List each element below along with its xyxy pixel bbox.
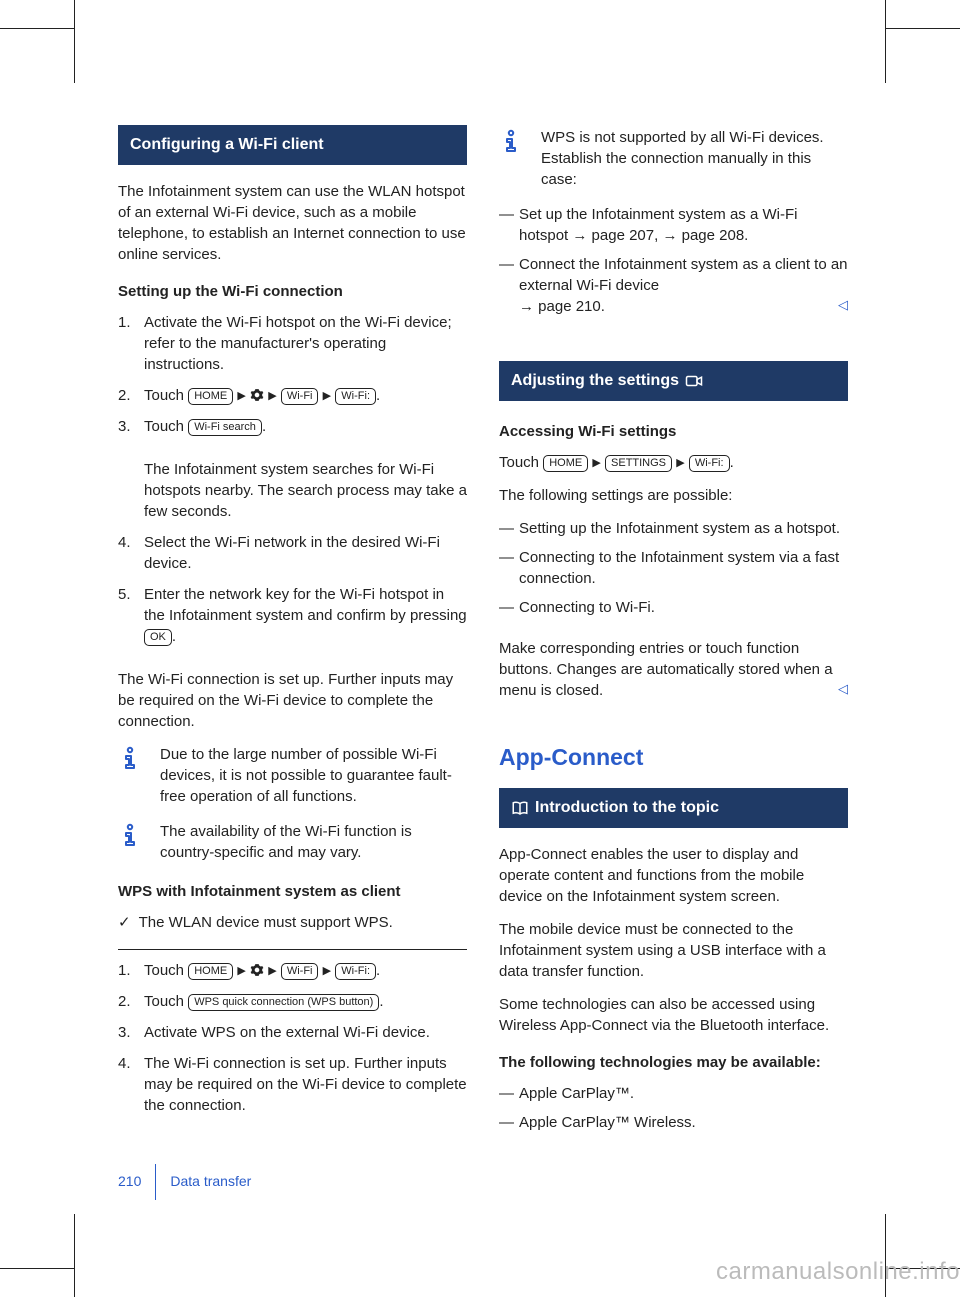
arrow-icon: → [519,298,534,315]
left-column: Configuring a Wi-Fi client The Infotainm… [118,125,467,1153]
list-item: 2. Touch HOME ▶ ▶ Wi-Fi ▶ Wi-Fi:. [118,385,467,406]
list-item: 5. Enter the network key for the Wi-Fi h… [118,584,467,647]
gear-icon [250,962,264,976]
list-item: 1. Touch HOME ▶ ▶ Wi-Fi ▶ Wi-Fi:. [118,960,467,981]
check-icon: ✓ [118,912,131,933]
triangle-icon: ▶ [323,390,331,402]
heading-text: Adjusting the settings [511,370,679,392]
info-icon [499,129,527,157]
triangle-icon: ▶ [268,390,276,402]
page-number: 210 [118,1172,141,1192]
wifi-search-button-pill: Wi-Fi search [188,419,262,436]
triangle-icon: ▶ [323,965,331,977]
wps-button-pill: WPS quick connection (WPS button) [188,994,379,1011]
heading-configuring-wifi: Configuring a Wi-Fi client [118,125,467,165]
divider [118,949,467,950]
watermark: carmanualsonline.info [716,1255,960,1289]
paragraph: Some technologies can also be accessed u… [499,994,848,1036]
step-body: The Infotainment system searches for Wi-… [144,459,467,522]
triangle-icon: ▶ [676,457,684,469]
paragraph: App-Connect enables the user to display … [499,844,848,907]
list-item: Apple CarPlay™ Wireless. [499,1112,848,1133]
list-item: Set up the Infotainment system as a Wi-F… [499,204,848,246]
steps-list-2: 1. Touch HOME ▶ ▶ Wi-Fi ▶ Wi-Fi:. 2. Tou… [118,960,467,1126]
footer-divider [155,1164,156,1200]
triangle-icon: ▶ [237,390,245,402]
list-item: 3. Touch Wi-Fi search. [118,416,467,437]
home-button-pill: HOME [543,455,588,472]
list-item: Setting up the Infotainment system as a … [499,518,848,539]
page-footer: 210 Data transfer [118,1164,251,1200]
wifi-button-pill: Wi-Fi: [335,388,376,405]
info-note: The availability of the Wi-Fi function i… [118,821,467,863]
list-item: 3.Activate WPS on the external Wi-Fi dev… [118,1022,467,1043]
chapter-name: Data transfer [170,1172,251,1192]
section-title-app-connect: App-Connect [499,741,848,773]
paragraph: Make corresponding entries or touch func… [499,638,848,701]
list-item: Connecting to Wi-Fi. [499,597,848,618]
dash-list: Set up the Infotainment system as a Wi-F… [499,204,848,325]
triangle-icon: ▶ [592,457,600,469]
arrow-icon: → [662,227,677,244]
wifi-button-pill: Wi-Fi [281,963,319,980]
home-button-pill: HOME [188,388,233,405]
list-item: 4.The Wi-Fi connection is set up. Furthe… [118,1053,467,1116]
prerequisite-row: ✓ The WLAN device must support WPS. [118,912,467,933]
list-item: Connect the Infotainment system as a cli… [499,254,848,317]
right-column: WPS is not supported by all Wi-Fi device… [499,125,848,1153]
wifi-button-pill: Wi-Fi: [689,455,730,472]
info-note: WPS is not supported by all Wi-Fi device… [499,127,848,190]
list-item: Connecting to the Infotainment system vi… [499,547,848,589]
info-icon [118,823,146,851]
settings-button-pill: SETTINGS [605,455,672,472]
arrow-icon: → [572,227,587,244]
dash-list: Apple CarPlay™. Apple CarPlay™ Wireless. [499,1083,848,1141]
paragraph: The mobile device must be connected to t… [499,919,848,982]
page-content: Configuring a Wi-Fi client The Infotainm… [118,125,848,1153]
ok-button-pill: OK [144,629,172,646]
list-item: 2. Touch WPS quick connection (WPS butto… [118,991,467,1012]
paragraph: The following settings are possible: [499,485,848,506]
triangle-icon: ▶ [237,965,245,977]
list-item: 1.Activate the Wi-Fi hotspot on the Wi-F… [118,312,467,375]
subheading-technologies: The following technologies may be availa… [499,1052,848,1073]
steps-list-1: 1.Activate the Wi-Fi hotspot on the Wi-F… [118,312,467,447]
heading-text: Introduction to the topic [535,797,719,819]
wifi-button-pill: Wi-Fi: [335,963,376,980]
home-button-pill: HOME [188,963,233,980]
access-sequence: Touch HOME ▶ SETTINGS ▶ Wi-Fi:. [499,452,848,473]
heading-adjusting-settings: Adjusting the settings [499,361,848,401]
paragraph: The Wi-Fi connection is set up. Further … [118,669,467,732]
subheading-accessing: Accessing Wi-Fi settings [499,421,848,442]
steps-list-1b: 4.Select the Wi-Fi network in the desire… [118,532,467,657]
subheading-setting-up: Setting up the Wi-Fi connection [118,281,467,302]
dash-list: Setting up the Infotainment system as a … [499,518,848,626]
heading-text: Configuring a Wi-Fi client [130,134,324,156]
book-icon [511,799,529,817]
intro-paragraph: The Infotainment system can use the WLAN… [118,181,467,265]
list-item: Apple CarPlay™. [499,1083,848,1104]
triangle-icon: ▶ [268,965,276,977]
video-gear-icon [685,372,703,390]
gear-icon [250,387,264,401]
info-icon [118,746,146,774]
end-triangle-icon: ◁ [838,680,848,698]
subheading-wps: WPS with Infotainment system as client [118,881,467,902]
end-triangle-icon: ◁ [838,296,848,314]
heading-introduction: Introduction to the topic [499,788,848,828]
wifi-button-pill: Wi-Fi [281,388,319,405]
info-note: Due to the large number of possible Wi-F… [118,744,467,807]
list-item: 4.Select the Wi-Fi network in the desire… [118,532,467,574]
